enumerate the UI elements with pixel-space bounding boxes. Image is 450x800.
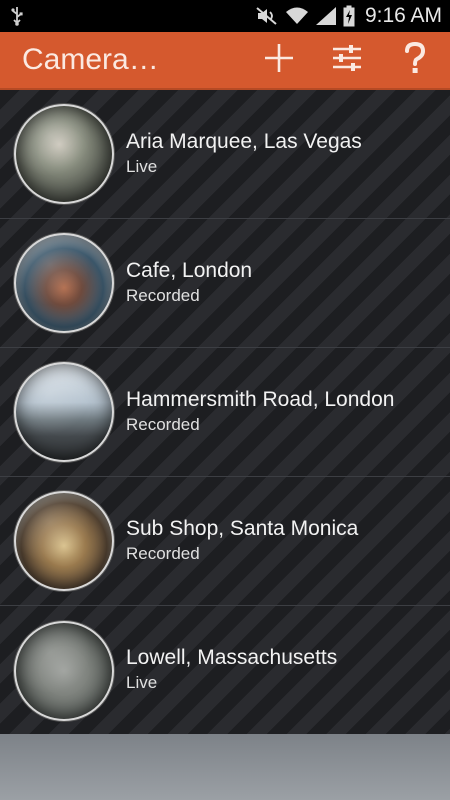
camera-status: Recorded xyxy=(126,543,200,563)
help-icon xyxy=(403,41,427,80)
usb-icon xyxy=(10,6,24,26)
camera-name: Hammersmith Road, London xyxy=(126,387,395,411)
signal-icon xyxy=(315,6,337,26)
settings-button[interactable] xyxy=(313,31,381,89)
battery-charging-icon xyxy=(343,5,355,27)
camera-status: Live xyxy=(126,156,158,176)
camera-thumbnail xyxy=(14,491,114,591)
camera-status: Recorded xyxy=(126,414,200,434)
camera-list-item[interactable]: Hammersmith Road, London Recorded xyxy=(0,348,450,477)
camera-list-item[interactable]: Aria Marquee, Las Vegas Live xyxy=(0,90,450,219)
status-time: 9:16 AM xyxy=(364,4,442,27)
help-button[interactable] xyxy=(381,31,449,89)
page-title: Camera… xyxy=(22,43,159,76)
settings-sliders-icon xyxy=(331,42,363,79)
camera-thumbnail xyxy=(14,104,114,204)
camera-name: Lowell, Massachusetts xyxy=(126,646,338,669)
camera-list-item[interactable]: Lowell, Massachusetts Live xyxy=(0,606,450,735)
add-camera-button[interactable] xyxy=(245,31,313,89)
camera-list-item[interactable]: Cafe, London Recorded xyxy=(0,219,450,348)
camera-list-item[interactable]: Sub Shop, Santa Monica Recorded xyxy=(0,477,450,606)
camera-thumbnail xyxy=(14,620,114,721)
camera-status: Recorded xyxy=(126,285,200,305)
mute-icon xyxy=(255,6,279,26)
camera-list: Aria Marquee, Las Vegas Live Cafe, Londo… xyxy=(0,90,450,734)
camera-name: Aria Marquee, Las Vegas xyxy=(126,129,362,153)
status-bar: 9:16 AM xyxy=(0,0,450,32)
wifi-icon xyxy=(285,6,309,26)
camera-thumbnail xyxy=(14,233,114,333)
bottom-empty-area xyxy=(0,734,450,800)
camera-thumbnail xyxy=(14,362,114,462)
camera-name: Sub Shop, Santa Monica xyxy=(126,516,359,540)
camera-name: Cafe, London xyxy=(126,258,253,282)
action-bar: Camera… xyxy=(0,32,450,90)
camera-status: Live xyxy=(126,673,158,692)
add-icon xyxy=(263,42,295,79)
